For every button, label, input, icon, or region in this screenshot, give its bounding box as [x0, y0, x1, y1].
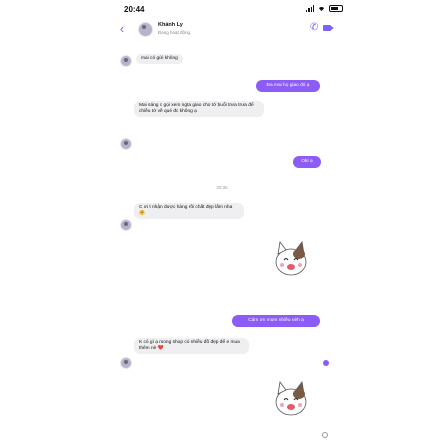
- outgoing-message: Okí ạ: [293, 156, 321, 169]
- sender-avatar: [120, 357, 132, 369]
- battery-icon: [329, 5, 343, 12]
- status-bar: 20:44: [0, 0, 444, 18]
- chat-header: ‹ Khánh Ly Đang hoạt động ✆: [112, 18, 334, 40]
- hugging-face-emoji: 🤗: [139, 211, 145, 217]
- call-icon[interactable]: ✆: [310, 22, 318, 33]
- sender-avatar: [120, 138, 132, 150]
- timestamp: 20:36: [216, 185, 228, 190]
- seen-indicator: [322, 432, 328, 438]
- signal-icon: [306, 5, 314, 12]
- read-receipt-icon: [323, 360, 329, 366]
- message-text: K có gì ạ mong shop có nhiều đồ đẹp để e…: [139, 340, 240, 352]
- sender-avatar: [120, 219, 132, 231]
- status-time: 20:44: [124, 5, 145, 14]
- wifi-icon: [318, 7, 325, 12]
- cat-sticker: [275, 381, 307, 416]
- outgoing-message: Cảm ơn mom nhiều nèh ạ: [232, 315, 320, 328]
- sender-avatar: [120, 55, 132, 67]
- cat-sticker: [275, 241, 307, 276]
- incoming-message: C ơi t nhận được hàng rồi chất đẹp lắm n…: [134, 203, 244, 220]
- heart-emoji: ❤️: [157, 346, 164, 352]
- incoming-message: K có gì ạ mong shop có nhiều đồ đẹp để e…: [134, 338, 249, 355]
- messenger-screen: 20:44 ‹ Khánh Ly Đang hoạt động ✆ mai có…: [0, 0, 444, 444]
- contact-status: Đang hoạt động: [158, 30, 191, 35]
- video-icon[interactable]: [323, 25, 334, 31]
- contact-avatar[interactable]: [138, 22, 153, 37]
- message-text: C ơi t nhận được hàng rồi chất đẹp lắm n…: [139, 205, 233, 210]
- outgoing-message: Đa mai họ giao đó ạ: [256, 80, 320, 93]
- incoming-message: mai có gửi không: [136, 54, 183, 65]
- contact-name[interactable]: Khánh Ly: [158, 22, 183, 28]
- incoming-message: Mai sáng c gọi xem ngta giao cho tớ buổi…: [134, 101, 264, 118]
- back-icon[interactable]: ‹: [116, 21, 128, 36]
- status-icons: [306, 4, 343, 13]
